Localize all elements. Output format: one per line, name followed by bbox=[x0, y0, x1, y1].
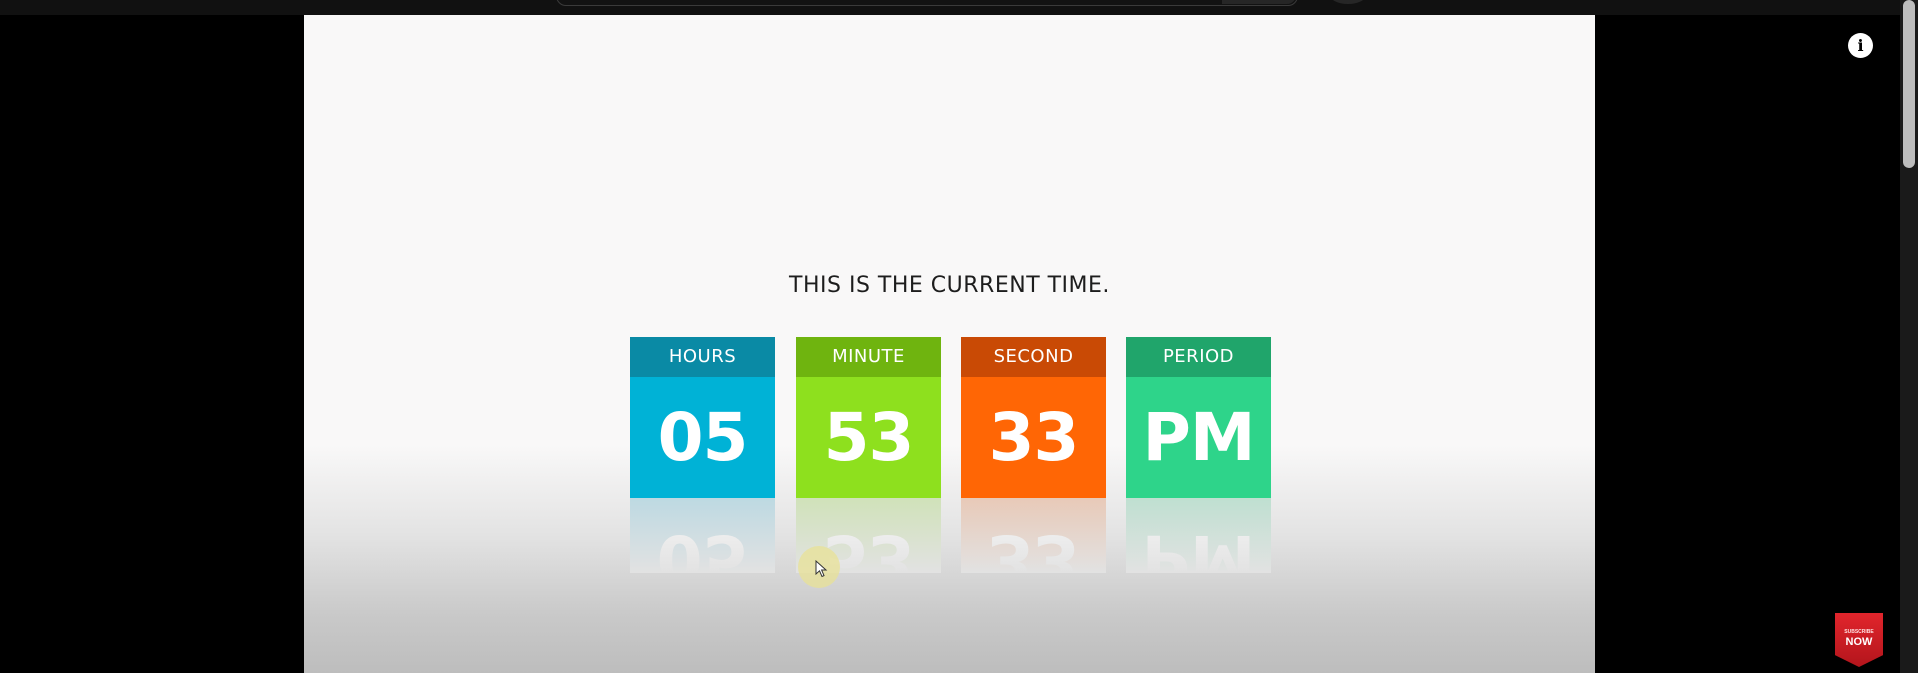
clock-tile-label: MINUTE bbox=[796, 337, 941, 377]
page-heading: THIS IS THE CURRENT TIME. bbox=[789, 273, 1110, 298]
clock-tile-minute: MINUTE 53 53 bbox=[796, 337, 941, 573]
top-mic-button[interactable] bbox=[1330, 0, 1366, 4]
browser-top-bar bbox=[0, 0, 1900, 15]
subscribe-big-text: NOW bbox=[1845, 636, 1873, 648]
clock-tile-value: 05 bbox=[630, 377, 775, 498]
subscribe-small-text: SUBSCRIBE bbox=[1844, 629, 1874, 635]
screen: THIS IS THE CURRENT TIME. HOURS 05 05 MI… bbox=[0, 0, 1918, 673]
clock-tile-value: 33 bbox=[961, 377, 1106, 498]
reflection-text: PM bbox=[1141, 520, 1256, 573]
top-search-button[interactable] bbox=[1222, 0, 1296, 4]
top-search-box[interactable] bbox=[556, 0, 1298, 6]
scrollbar-thumb[interactable] bbox=[1903, 0, 1915, 168]
clock-tile-value: 53 bbox=[796, 377, 941, 498]
video-frame[interactable]: THIS IS THE CURRENT TIME. HOURS 05 05 MI… bbox=[304, 15, 1595, 673]
clock-tile-second: SECOND 33 33 bbox=[961, 337, 1106, 573]
subscribe-badge-icon[interactable]: SUBSCRIBE NOW bbox=[1835, 613, 1883, 667]
clock-tile-value: PM bbox=[1126, 377, 1271, 498]
mouse-cursor-icon bbox=[815, 560, 828, 578]
clock-tile-reflection: 33 bbox=[961, 498, 1106, 573]
reflection-text: 05 bbox=[656, 520, 749, 573]
clock-tile-period: PERIOD PM PM bbox=[1126, 337, 1271, 573]
clock-tile-label: PERIOD bbox=[1126, 337, 1271, 377]
clock-tile-hours: HOURS 05 05 bbox=[630, 337, 775, 573]
reflection-text: 33 bbox=[987, 520, 1080, 573]
info-icon[interactable]: i bbox=[1848, 33, 1873, 58]
clock-tile-reflection: 05 bbox=[630, 498, 775, 573]
clock-tiles: HOURS 05 05 MINUTE 53 53 SECOND 33 33 PE… bbox=[630, 337, 1271, 587]
clock-tile-label: HOURS bbox=[630, 337, 775, 377]
clock-tile-reflection: PM bbox=[1126, 498, 1271, 573]
clock-tile-label: SECOND bbox=[961, 337, 1106, 377]
